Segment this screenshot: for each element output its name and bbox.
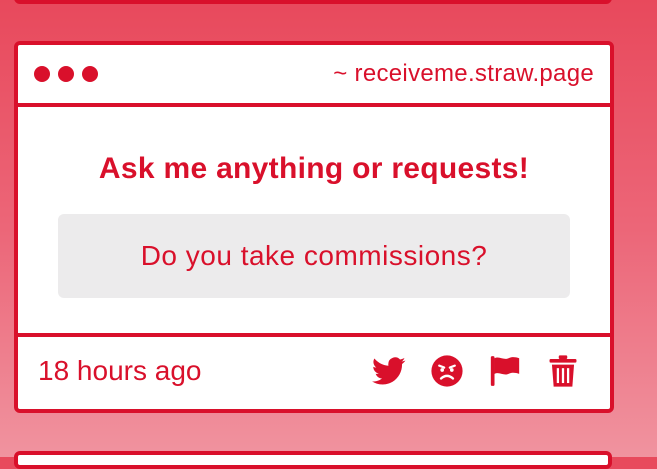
- question-text: Do you take commissions?: [140, 240, 488, 271]
- window-dots: [34, 66, 98, 82]
- card-content: Ask me anything or requests! Do you take…: [18, 107, 610, 337]
- window-dot: [58, 66, 74, 82]
- card-actions: [372, 354, 580, 388]
- card-footer: 18 hours ago: [18, 337, 610, 405]
- next-card-edge: [14, 451, 612, 469]
- prompt-heading: Ask me anything or requests!: [98, 152, 530, 185]
- window-dot: [34, 66, 50, 82]
- question-box: Do you take commissions?: [58, 214, 570, 298]
- card-titlebar: ~ receiveme.straw.page: [18, 45, 610, 107]
- page-url[interactable]: ~ receiveme.straw.page: [333, 60, 594, 88]
- angry-face-icon[interactable]: [430, 354, 464, 388]
- timestamp: 18 hours ago: [38, 355, 202, 386]
- trash-icon[interactable]: [546, 354, 580, 388]
- twitter-icon[interactable]: [372, 354, 406, 388]
- window-dot: [82, 66, 98, 82]
- question-card: ~ receiveme.straw.page Ask me anything o…: [14, 41, 614, 413]
- previous-card-edge: [14, 0, 612, 4]
- flag-icon[interactable]: [488, 354, 522, 388]
